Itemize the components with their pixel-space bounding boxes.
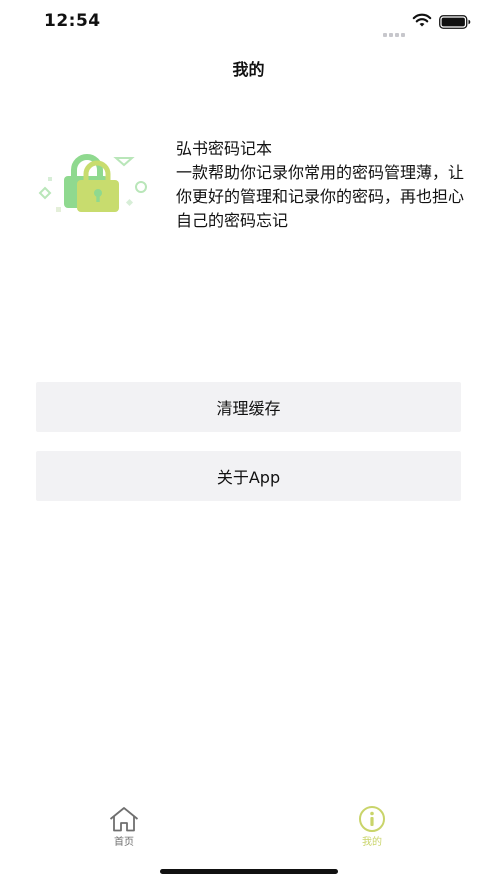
- status-time: 12:54: [44, 11, 101, 31]
- info-icon: [359, 806, 385, 832]
- app-description: 一款帮助你记录你常用的密码管理薄，让你更好的管理和记录你的密码，再也担心自己的密…: [176, 163, 465, 230]
- tab-home-label: 首页: [114, 837, 134, 848]
- cellular-signal-icon: [383, 22, 407, 41]
- about-app-button[interactable]: 关于App: [36, 451, 461, 501]
- app-name: 弘书密码记本: [176, 139, 273, 158]
- wifi-icon: [412, 13, 432, 32]
- status-bar: 12:54: [0, 0, 497, 44]
- clear-cache-button[interactable]: 清理缓存: [36, 382, 461, 432]
- lock-illustration-icon: [34, 150, 154, 220]
- tab-home[interactable]: 首页: [94, 806, 154, 848]
- tab-mine-label: 我的: [362, 837, 382, 848]
- battery-icon: [439, 14, 471, 33]
- page-title: 我的: [232, 60, 265, 79]
- home-indicator[interactable]: [160, 869, 338, 874]
- home-icon: [109, 807, 139, 832]
- tab-mine[interactable]: 我的: [342, 806, 402, 848]
